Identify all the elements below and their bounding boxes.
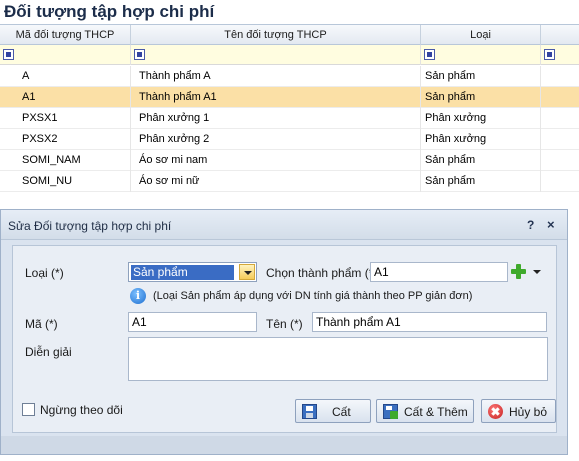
product-dropdown-icon[interactable]: [530, 263, 544, 280]
dialog-titlebar[interactable]: Sửa Đối tượng tập hợp chi phí ? ×: [1, 210, 567, 240]
row-name: Phân xưởng 1: [131, 108, 421, 129]
row-code: PXSX2: [0, 129, 131, 150]
description-label: Diễn giải: [25, 345, 72, 359]
cancel-icon: [488, 404, 503, 419]
row-code: A1: [0, 87, 131, 108]
table-row[interactable]: SOMI_NAM Áo sơ mi nam Sản phẩm: [0, 150, 579, 171]
close-icon[interactable]: ×: [547, 217, 555, 232]
product-input[interactable]: A1: [370, 262, 508, 282]
table-row[interactable]: PXSX2 Phân xưởng 2 Phân xưởng: [0, 129, 579, 150]
code-label: Mã (*): [25, 317, 58, 331]
filter-cell-type[interactable]: [421, 45, 541, 65]
add-product-icon[interactable]: [510, 263, 527, 280]
row-name: Áo sơ mi nam: [131, 150, 421, 171]
dialog-body: Loại (*) Sản phẩm Chọn thành phẩm (*) A1…: [12, 245, 557, 433]
page: Đối tượng tập hợp chi phí Mã đối tượng T…: [0, 0, 579, 461]
column-header-type[interactable]: Loại: [421, 25, 541, 45]
stop-tracking-checkbox[interactable]: [22, 403, 35, 416]
table-row[interactable]: A1 Thành phẩm A1 Sản phẩm: [0, 87, 579, 108]
filter-icon[interactable]: [544, 49, 555, 60]
row-code: SOMI_NAM: [0, 150, 131, 171]
filter-row: [0, 45, 579, 65]
help-icon[interactable]: ?: [527, 218, 534, 232]
save-icon: [302, 404, 317, 419]
filter-icon[interactable]: [424, 49, 435, 60]
save-button[interactable]: Cất: [295, 399, 371, 423]
save-button-label: Cất: [332, 405, 351, 419]
filter-icon[interactable]: [134, 49, 145, 60]
row-name: Áo sơ mi nữ: [131, 171, 421, 192]
name-label: Tên (*): [266, 317, 303, 331]
description-textarea[interactable]: [128, 337, 548, 381]
row-name: Thành phẩm A1: [131, 87, 421, 108]
chevron-down-icon[interactable]: [239, 264, 255, 280]
type-label: Loại (*): [25, 266, 64, 280]
filter-cell-name[interactable]: [131, 45, 421, 65]
cost-object-grid: Mã đối tượng THCP Tên đối tượng THCP Loạ…: [0, 24, 579, 200]
name-input[interactable]: Thành phẩm A1: [312, 312, 547, 332]
row-name: Thành phẩm A: [131, 66, 421, 87]
save-add-button[interactable]: Cất & Thêm: [376, 399, 474, 423]
row-type: Sản phẩm: [421, 171, 541, 192]
filter-icon[interactable]: [3, 49, 14, 60]
row-code: A: [0, 66, 131, 87]
list-title: Đối tượng tập hợp chi phí: [0, 0, 579, 24]
info-icon: i: [130, 288, 146, 304]
column-header-code[interactable]: Mã đối tượng THCP: [0, 25, 131, 45]
filter-cell-code[interactable]: [0, 45, 131, 65]
code-input[interactable]: A1: [128, 312, 257, 332]
row-type: Sản phẩm: [421, 150, 541, 171]
row-code: PXSX1: [0, 108, 131, 129]
dialog-footer-strip: [1, 436, 567, 454]
row-code: SOMI_NU: [0, 171, 131, 192]
save-add-button-label: Cất & Thêm: [404, 405, 468, 419]
row-name: Phân xưởng 2: [131, 129, 421, 150]
product-label: Chọn thành phẩm (*): [266, 266, 378, 280]
grid-header: Mã đối tượng THCP Tên đối tượng THCP Loạ…: [0, 25, 579, 45]
column-header-spacer: [541, 25, 579, 45]
edit-cost-object-dialog: Sửa Đối tượng tập hợp chi phí ? × Loại (…: [0, 209, 568, 455]
cancel-button-label: Hủy bỏ: [509, 405, 548, 419]
table-row[interactable]: PXSX1 Phân xưởng 1 Phân xưởng: [0, 108, 579, 129]
row-type: Sản phẩm: [421, 87, 541, 108]
type-selected-value: Sản phẩm: [131, 265, 234, 280]
info-note: (Loại Sản phẩm áp dụng với DN tính giá t…: [153, 290, 473, 302]
row-type: Sản phẩm: [421, 66, 541, 87]
stop-tracking-label: Ngừng theo dõi: [40, 403, 123, 417]
row-type: Phân xưởng: [421, 108, 541, 129]
save-add-icon: [383, 404, 398, 419]
filter-cell-spacer[interactable]: [541, 45, 579, 65]
column-header-name[interactable]: Tên đối tượng THCP: [131, 25, 421, 45]
type-select[interactable]: Sản phẩm: [128, 262, 257, 282]
table-row[interactable]: SOMI_NU Áo sơ mi nữ Sản phẩm: [0, 171, 579, 192]
cancel-button[interactable]: Hủy bỏ: [481, 399, 556, 423]
dialog-title: Sửa Đối tượng tập hợp chi phí: [8, 219, 172, 233]
row-type: Phân xưởng: [421, 129, 541, 150]
table-row[interactable]: A Thành phẩm A Sản phẩm: [0, 66, 579, 87]
